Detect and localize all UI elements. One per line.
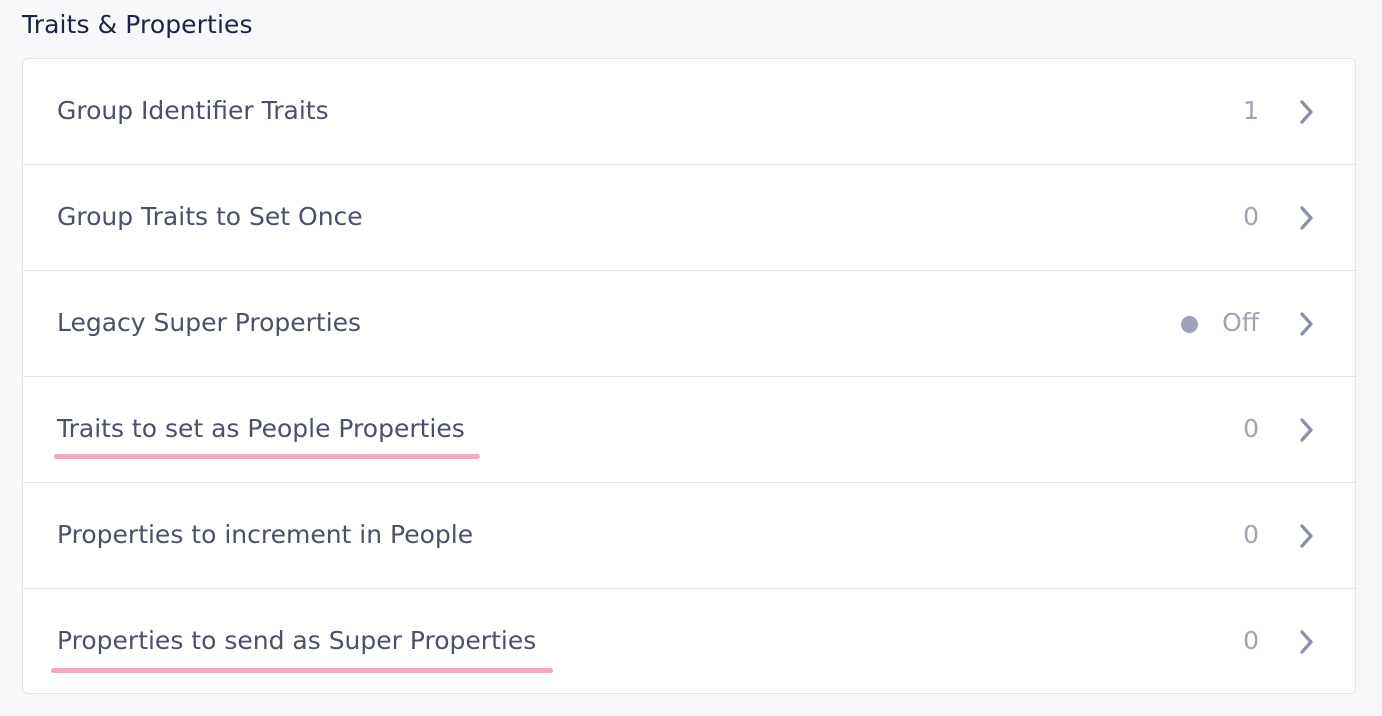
chevron-right-icon — [1299, 523, 1315, 549]
row-count: 0 — [1243, 520, 1259, 549]
row-count: 0 — [1243, 626, 1259, 655]
row-label: Group Traits to Set Once — [57, 202, 363, 231]
chevron-right-icon — [1299, 311, 1315, 337]
chevron-right-icon — [1299, 417, 1315, 443]
list-item-properties-to-send-as-super-properties[interactable]: Properties to send as Super Properties 0 — [23, 589, 1355, 693]
list-item-properties-to-increment-in-people[interactable]: Properties to increment in People 0 — [23, 483, 1355, 589]
section-title: Traits & Properties — [22, 10, 253, 39]
row-label: Properties to increment in People — [57, 520, 474, 549]
traits-properties-list: Group Identifier Traits 1 Group Traits t… — [22, 58, 1356, 694]
list-item-group-traits-to-set-once[interactable]: Group Traits to Set Once 0 — [23, 165, 1355, 271]
chevron-right-icon — [1299, 629, 1315, 655]
chevron-right-icon — [1299, 205, 1315, 231]
row-count: 0 — [1243, 202, 1259, 231]
row-count: 0 — [1243, 414, 1259, 443]
row-label: Legacy Super Properties — [57, 308, 362, 337]
status-text: Off — [1222, 308, 1259, 337]
list-item-legacy-super-properties[interactable]: Legacy Super Properties Off — [23, 271, 1355, 377]
list-item-traits-to-set-as-people-properties[interactable]: Traits to set as People Properties 0 — [23, 377, 1355, 483]
highlight-underline — [51, 668, 553, 673]
row-label: Group Identifier Traits — [57, 96, 329, 125]
status-dot-icon — [1181, 316, 1198, 333]
row-count: 1 — [1243, 96, 1259, 125]
row-label: Properties to send as Super Properties — [57, 626, 537, 655]
row-label: Traits to set as People Properties — [57, 414, 465, 443]
list-item-group-identifier-traits[interactable]: Group Identifier Traits 1 — [23, 59, 1355, 165]
chevron-right-icon — [1299, 99, 1315, 125]
highlight-underline — [54, 454, 480, 459]
